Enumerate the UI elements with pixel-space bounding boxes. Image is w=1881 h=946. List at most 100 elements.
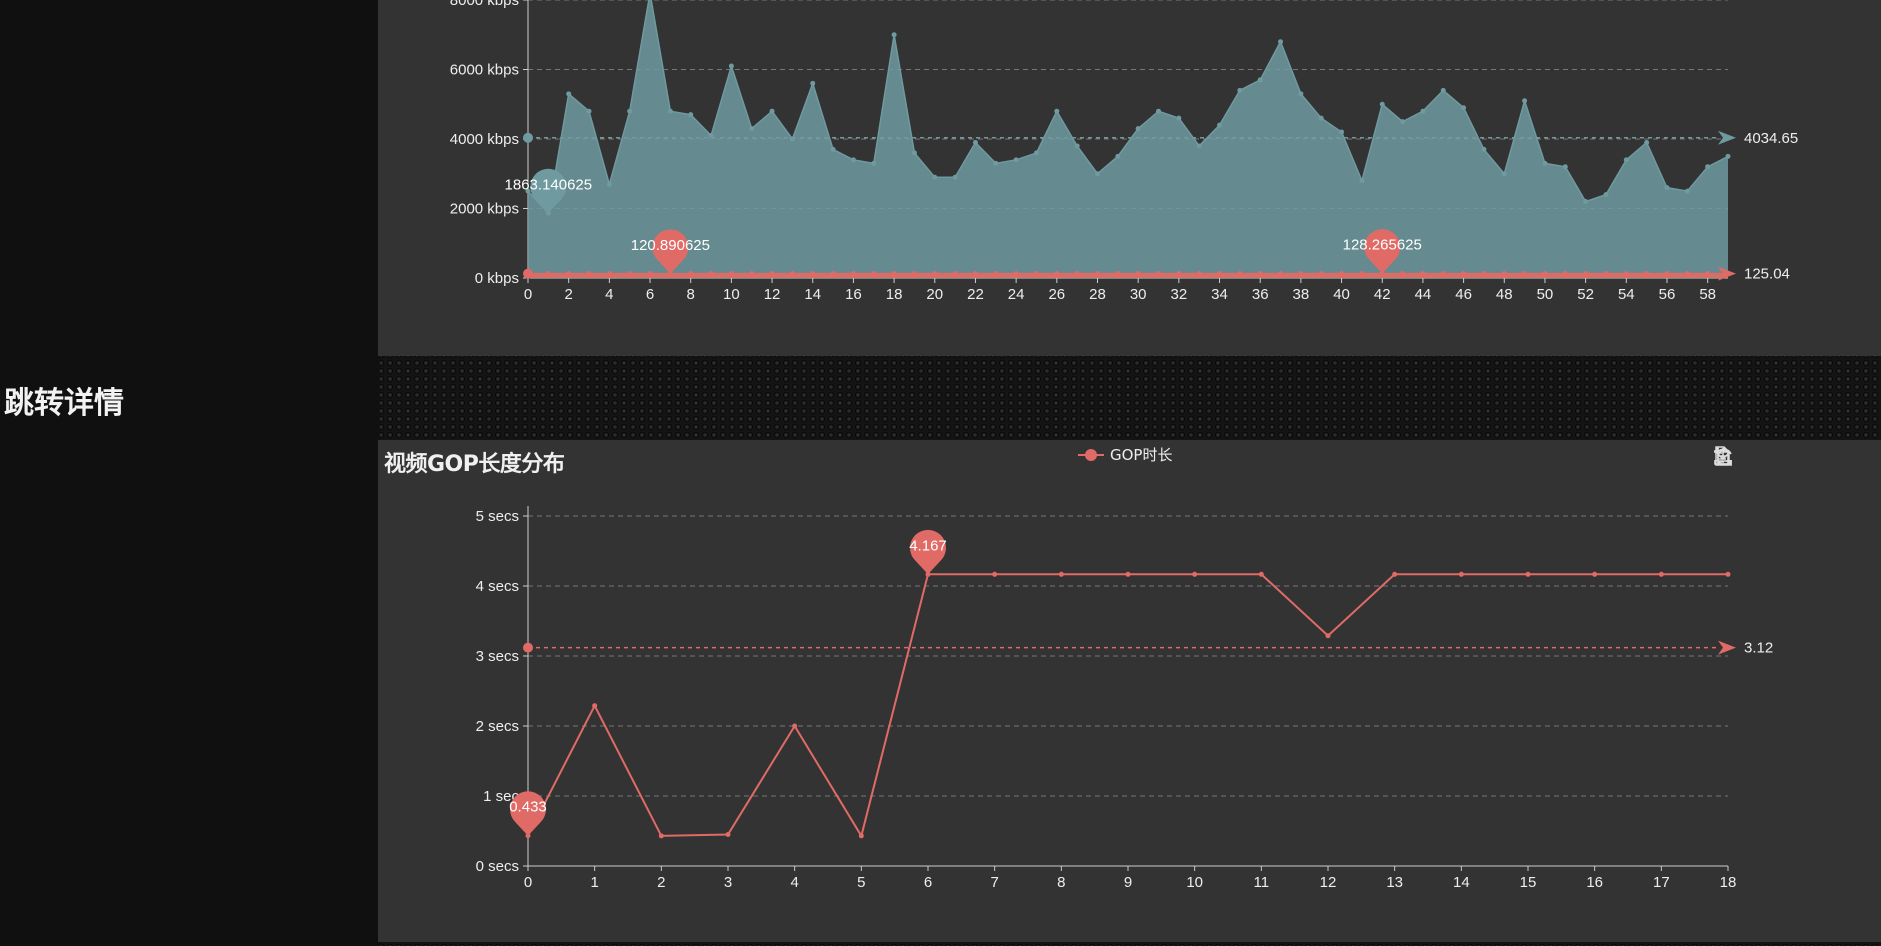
data-point	[1461, 105, 1467, 111]
y-tick-label: 0 secs	[476, 858, 519, 875]
x-tick-label: 38	[1293, 286, 1310, 303]
x-tick-label: 13	[1386, 874, 1403, 891]
x-tick-label: 54	[1618, 286, 1635, 303]
x-tick-label: 58	[1699, 286, 1716, 303]
data-point	[728, 63, 734, 69]
data-point	[1440, 87, 1446, 93]
x-tick-label: 10	[723, 286, 740, 303]
data-point	[891, 271, 897, 277]
reset-icon[interactable]	[1714, 446, 1875, 472]
data-point	[1115, 271, 1121, 277]
data-point	[1074, 143, 1080, 149]
x-tick-label: 52	[1577, 286, 1594, 303]
x-tick-label: 14	[1453, 874, 1470, 891]
data-point	[1325, 633, 1331, 639]
data-point	[1379, 101, 1385, 107]
data-point	[1603, 192, 1609, 198]
y-tick-label: 5 secs	[476, 508, 519, 525]
data-point	[1278, 39, 1284, 45]
markline-label: 3.12	[1744, 640, 1773, 657]
series-line	[527, 573, 1728, 839]
data-point	[1658, 571, 1664, 577]
data-point	[830, 146, 836, 152]
markpoint-label: 128.265625	[1343, 237, 1422, 254]
data-point	[1684, 188, 1690, 194]
refresh-icon[interactable]	[1716, 446, 1773, 472]
data-point	[1501, 171, 1507, 177]
x-tick-label: 9	[1124, 874, 1132, 891]
markpoint-label: 4.167	[909, 537, 947, 554]
x-tick-label: 44	[1415, 286, 1432, 303]
data-point	[1192, 571, 1198, 577]
data-point	[749, 126, 755, 132]
markpoint-label: 120.890625	[631, 237, 710, 254]
download-icon[interactable]	[1714, 446, 1807, 472]
x-tick-label: 34	[1211, 286, 1228, 303]
data-point	[1013, 157, 1019, 163]
x-tick-label: 56	[1659, 286, 1676, 303]
data-point	[688, 112, 694, 118]
data-point	[1525, 571, 1531, 577]
data-point	[1725, 571, 1731, 577]
data-point	[1458, 571, 1464, 577]
data-point	[1481, 146, 1487, 152]
y-tick-label: 2 secs	[476, 718, 519, 735]
x-tick-label: 42	[1374, 286, 1391, 303]
x-tick-label: 8	[1057, 874, 1065, 891]
data-point	[1058, 571, 1064, 577]
markline-arrow	[1718, 130, 1736, 145]
data-point	[1339, 129, 1345, 135]
data-point	[1258, 571, 1264, 577]
data-point	[1592, 571, 1598, 577]
crop-icon[interactable]	[1714, 446, 1841, 472]
data-point	[850, 157, 856, 163]
y-tick-label: 8000 kbps	[450, 0, 519, 9]
markpoint-label: 1863.140625	[505, 176, 593, 193]
data-point	[1644, 139, 1650, 145]
data-point	[1603, 271, 1609, 277]
x-tick-label: 18	[886, 286, 903, 303]
legend-item[interactable]: GOP时长	[1078, 444, 1172, 465]
bitrate-chart-panel: 0 kbps 2000 kbps 4000 kbps 6000 kbps 8000 kb…	[378, 0, 1881, 356]
x-tick-label: 18	[1720, 874, 1737, 891]
data-point	[1237, 87, 1243, 93]
data-point	[992, 571, 998, 577]
gop-chart-panel: 0 secs 1 sec 2 secs 3 secs 4 secs 5 secs 0 1 2 3 4…	[378, 440, 1881, 942]
data-point	[972, 139, 978, 145]
data-point	[1392, 571, 1398, 577]
data-point	[891, 32, 897, 38]
x-tick-label: 3	[724, 874, 732, 891]
data-point	[586, 108, 592, 114]
data-point	[667, 108, 673, 114]
data-point	[592, 703, 598, 709]
x-tick-label: 17	[1653, 874, 1670, 891]
x-tick-label: 46	[1455, 286, 1472, 303]
bitrate-chart: 0 kbps 2000 kbps 4000 kbps 6000 kbps 8000 kb…	[450, 0, 1798, 303]
data-point	[1217, 122, 1223, 128]
data-point	[911, 150, 917, 156]
x-tick-label: 10	[1186, 874, 1203, 891]
x-tick-label: 20	[926, 286, 943, 303]
data-point	[1196, 143, 1202, 149]
x-tick-label: 16	[845, 286, 862, 303]
data-point	[810, 80, 816, 86]
data-point	[1054, 108, 1060, 114]
chart-title: 视频GOP长度分布	[384, 452, 565, 477]
data-point	[1420, 108, 1426, 114]
data-point	[1033, 150, 1039, 156]
markline-arrow	[1718, 640, 1736, 655]
gop-chart: 0 secs1 sec2 secs3 secs4 secs5 secs0 1 2 3 4…	[476, 506, 1773, 891]
data-point	[725, 832, 731, 837]
x-tick-label: 36	[1252, 286, 1269, 303]
data-point	[1156, 108, 1162, 114]
x-tick-label: 11	[1254, 874, 1270, 891]
x-tick-label: 2	[657, 874, 665, 891]
data-point	[1125, 571, 1131, 577]
x-tick-label: 0	[524, 874, 532, 891]
legend-label: GOP时长	[1110, 446, 1173, 464]
data-point	[1400, 119, 1406, 125]
x-tick-label: 26	[1048, 286, 1065, 303]
x-tick-label: 30	[1130, 286, 1147, 303]
jump-details-link[interactable]: 跳转详情	[4, 378, 124, 422]
x-tick-label: 48	[1496, 286, 1513, 303]
